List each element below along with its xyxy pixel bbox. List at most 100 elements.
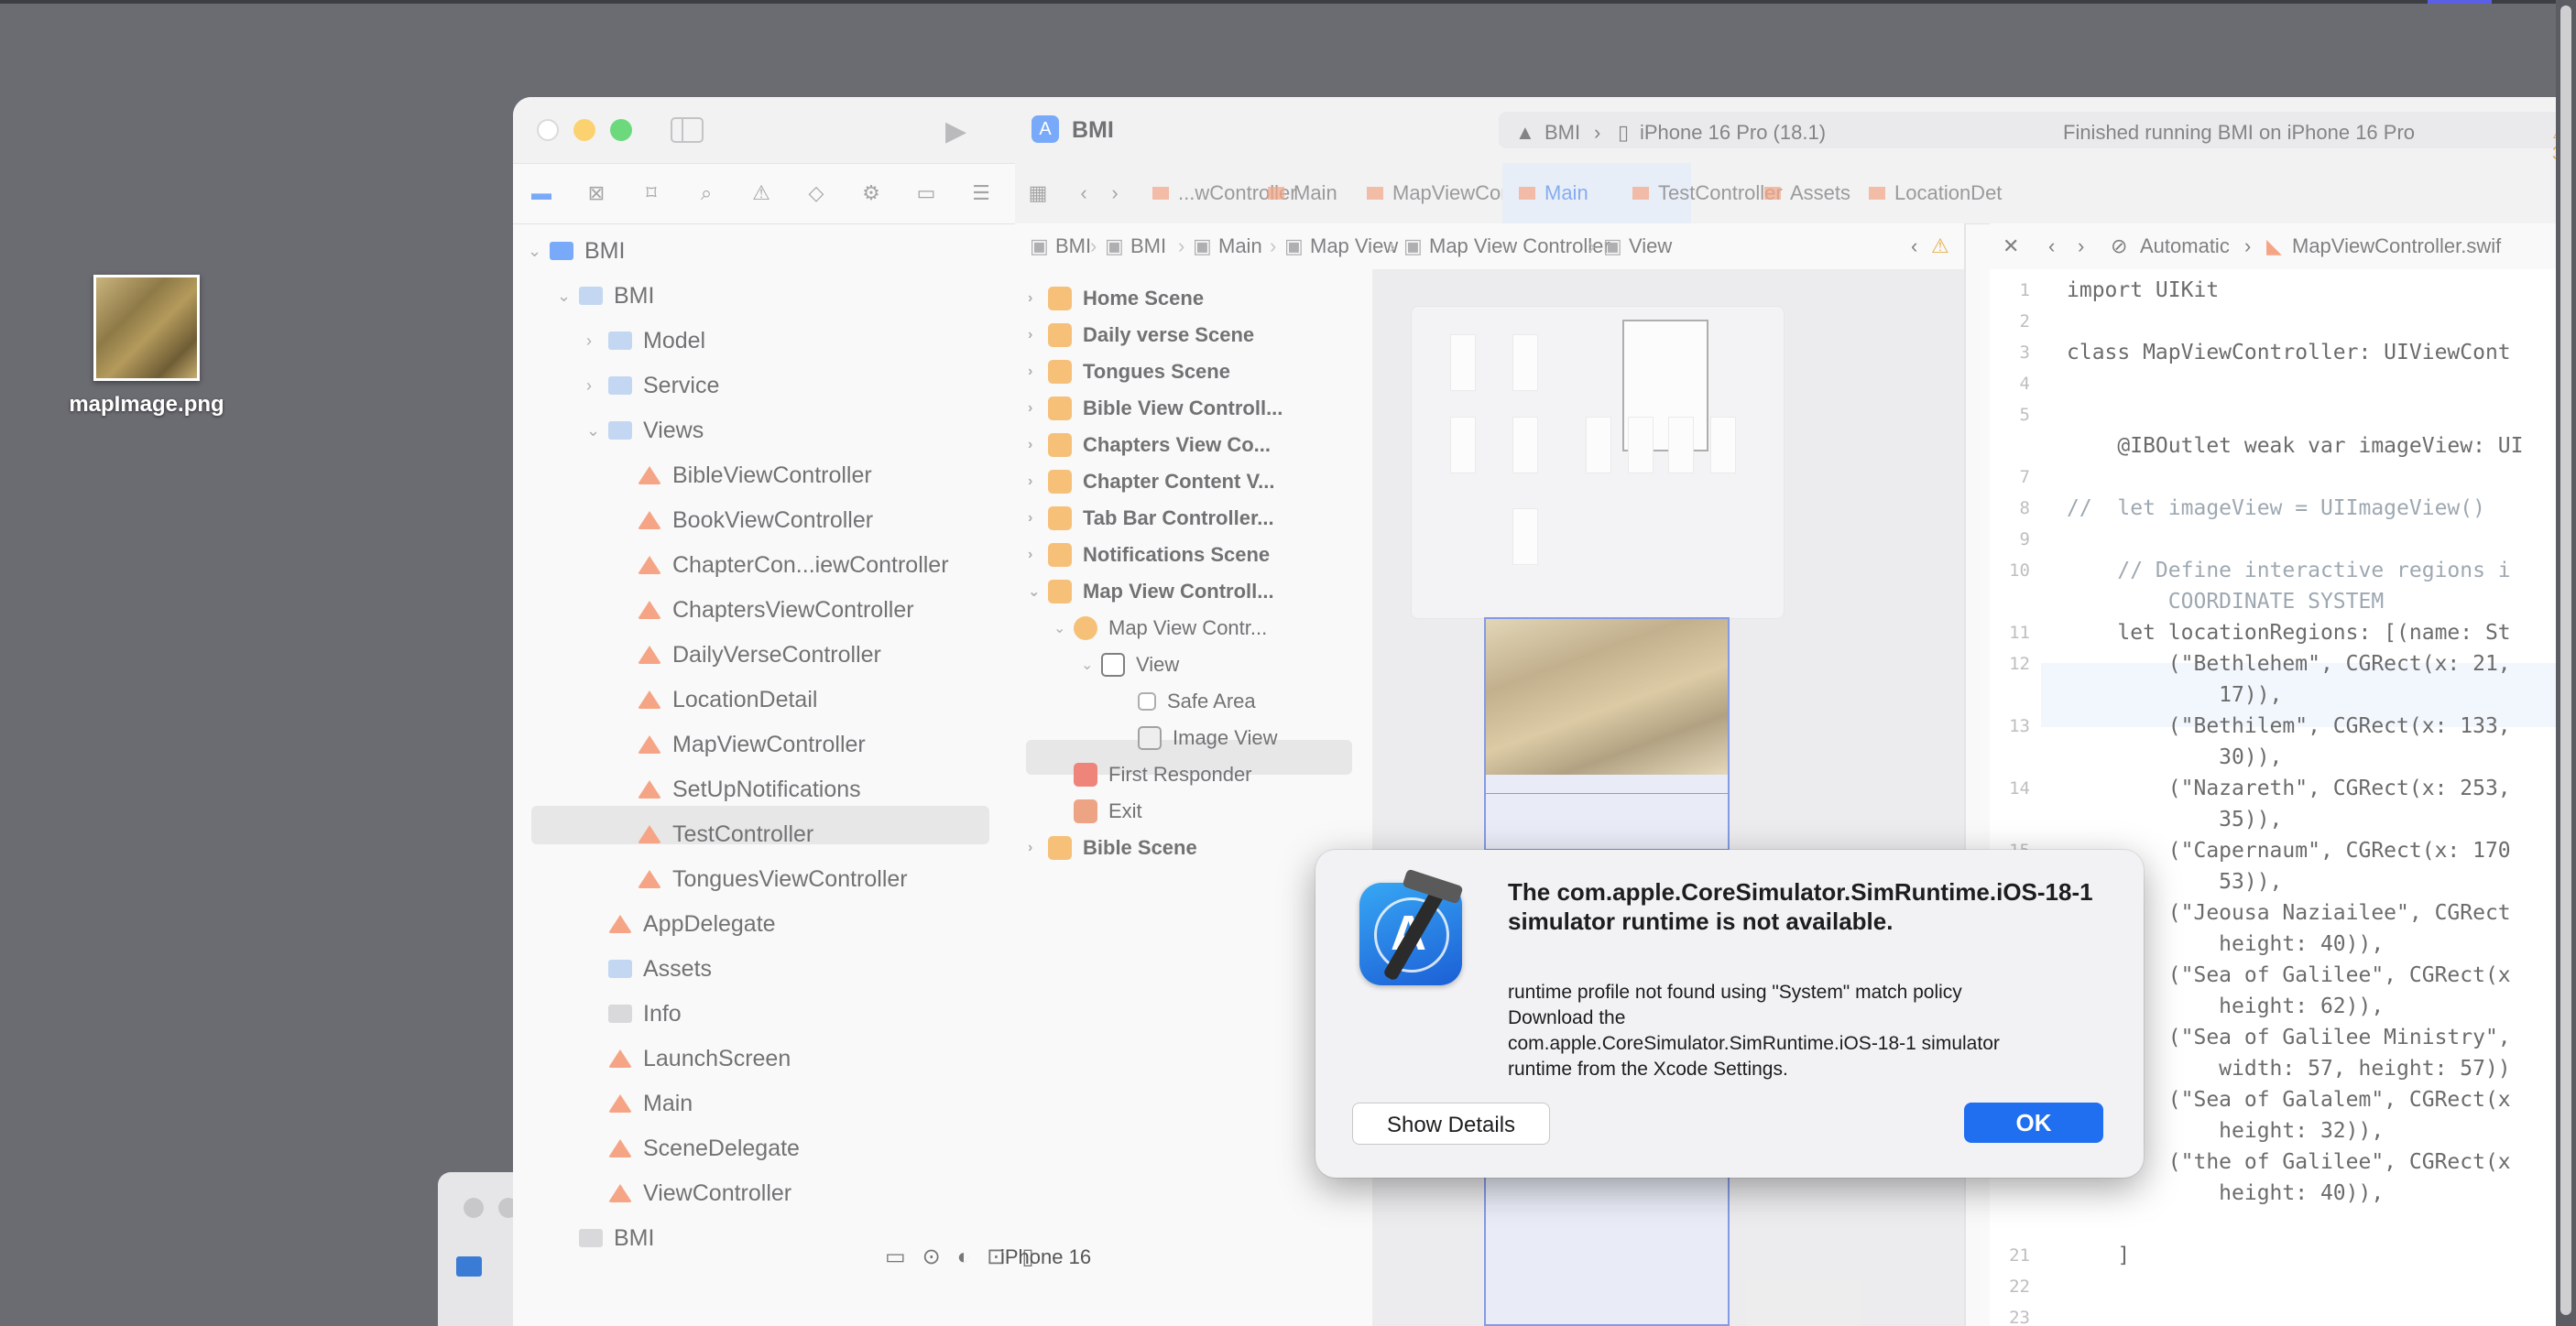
chevron-icon[interactable]: › — [1028, 290, 1048, 307]
grid-icon[interactable]: ▦ — [1026, 181, 1050, 205]
chevron-icon[interactable]: ⌄ — [1028, 582, 1048, 601]
code-line[interactable]: ("Bethlehem", CGRect(x: 21, — [2067, 652, 2511, 676]
chevron-icon[interactable]: ⌄ — [1053, 619, 1074, 637]
outline-row-bible-view-controll[interactable]: › Bible View Controll... — [1028, 390, 1283, 427]
nav-arrows-icon[interactable]: ‹ — [1911, 234, 1917, 258]
navigator-row-bibleviewcontroller[interactable]: BibleViewController — [616, 457, 872, 494]
navigator-row-bmi[interactable]: ⌄ BMI — [557, 277, 654, 314]
run-button[interactable]: ▶ — [945, 115, 966, 147]
assistant-mode[interactable]: Automatic — [2140, 234, 2230, 258]
outline-row-image-view[interactable]: Image View — [1118, 720, 1278, 756]
close-icon[interactable] — [464, 1198, 484, 1218]
chevron-icon[interactable]: › — [1028, 437, 1048, 453]
navigator-row-chaptercon-iewcontroller[interactable]: ChapterCon...iewController — [616, 547, 949, 583]
outline-row-map-view-controll[interactable]: ⌄ Map View Controll... — [1028, 573, 1274, 610]
outline-row-safe-area[interactable]: Safe Area — [1118, 683, 1256, 720]
code-line[interactable]: let locationRegions: [(name: St — [2067, 621, 2510, 645]
warning-badge[interactable]: ⚠ 3 — [2552, 121, 2556, 165]
navigator-row-views[interactable]: ⌄ Views — [586, 412, 704, 449]
navigator-row-locationdetail[interactable]: LocationDetail — [616, 681, 817, 718]
chevron-icon[interactable]: › — [1028, 510, 1048, 527]
editor-tab[interactable]: Assets — [1748, 163, 1867, 223]
debug-navigator-icon[interactable]: ⚙ — [859, 181, 883, 205]
code-line[interactable]: import UIKit — [2067, 278, 2219, 302]
chevron-icon[interactable]: ⌄ — [586, 421, 608, 440]
editor-tab[interactable]: Main — [1251, 163, 1354, 223]
navigator-row-main[interactable]: Main — [586, 1085, 693, 1122]
navigator-row-chaptersviewcontroller[interactable]: ChaptersViewController — [616, 592, 914, 628]
chevron-icon[interactable]: › — [1028, 327, 1048, 343]
navigator-row-service[interactable]: › Service — [586, 367, 719, 404]
chevron-icon[interactable]: ⌄ — [528, 242, 550, 261]
warning-icon[interactable]: ⚠ — [1931, 234, 1949, 258]
breadcrumb-item[interactable]: View — [1629, 234, 1672, 258]
desktop-scrollbar[interactable] — [2556, 0, 2576, 1326]
show-details-button[interactable]: Show Details — [1352, 1103, 1550, 1145]
forward-icon[interactable]: › — [1103, 181, 1127, 205]
code-line[interactable]: class MapViewController: UIViewCont — [2067, 341, 2511, 364]
storyboard-minimap[interactable] — [1411, 306, 1785, 619]
forward-icon[interactable]: › — [2078, 234, 2084, 258]
outline-row-first-responder[interactable]: First Responder — [1053, 756, 1252, 793]
back-icon[interactable]: ‹ — [2048, 234, 2055, 258]
bookmark-icon[interactable]: ⌑ — [639, 181, 663, 205]
navigator-row-bookviewcontroller[interactable]: BookViewController — [616, 502, 873, 538]
code-line[interactable]: COORDINATE SYSTEM — [2067, 590, 2384, 614]
code-line[interactable]: 17)), — [2067, 683, 2282, 707]
code-line[interactable]: ("Bethilem", CGRect(x: 133, — [2067, 714, 2511, 738]
code-line[interactable]: // let imageView = UIImageView() — [2067, 496, 2485, 520]
outline-row-daily-verse-scene[interactable]: › Daily verse Scene — [1028, 317, 1254, 353]
jump-bar[interactable]: ▣ BMI › ▣ BMI › ▣ Main › ▣ Map View › ▣ Map View Cont… — [1015, 223, 1964, 270]
code-line[interactable]: ("Nazareth", CGRect(x: 253, — [2067, 777, 2511, 800]
chevron-icon[interactable]: › — [1028, 840, 1048, 856]
code-line[interactable]: height: 40)), — [2067, 1181, 2384, 1205]
map-image-view[interactable] — [1486, 619, 1728, 775]
project-navigator-icon[interactable]: ▬ — [529, 181, 553, 205]
source-control-icon[interactable]: ⊠ — [584, 181, 608, 205]
breakpoint-navigator-icon[interactable]: ▭ — [914, 181, 938, 205]
run-destination[interactable]: iPhone 16 Pro (18.1) — [1640, 121, 1826, 145]
navigator-row-tonguesviewcontroller[interactable]: TonguesViewController — [616, 861, 908, 897]
ok-button[interactable]: OK — [1964, 1103, 2103, 1143]
navigator-row-setupnotifications[interactable]: SetUpNotifications — [616, 771, 861, 808]
outline-row-home-scene[interactable]: › Home Scene — [1028, 280, 1204, 317]
navigator-row-assets[interactable]: Assets — [586, 951, 712, 987]
code-line[interactable]: ] — [2067, 1244, 2130, 1267]
search-icon[interactable]: ⌕ — [694, 181, 718, 205]
close-window-button[interactable] — [537, 119, 559, 141]
outline-row-chapters-view-co[interactable]: › Chapters View Co... — [1028, 427, 1271, 463]
navigator-row-model[interactable]: › Model — [586, 322, 705, 359]
assistant-jump-bar[interactable]: ✕ ‹ › ⊘ Automatic › ◣ MapViewController.… — [1990, 223, 2556, 270]
report-navigator-icon[interactable]: ☰ — [969, 181, 993, 205]
code-line[interactable]: 35)), — [2067, 808, 2282, 831]
assistant-file[interactable]: MapViewController.swif — [2292, 234, 2501, 258]
navigator-row-scenedelegate[interactable]: SceneDelegate — [586, 1130, 800, 1167]
navigator-row-launchscreen[interactable]: LaunchScreen — [586, 1040, 791, 1077]
code-line[interactable]: // Define interactive regions i — [2067, 559, 2510, 582]
device-config-label[interactable]: iPhone 16 — [1000, 1245, 1091, 1269]
outline-row-exit[interactable]: Exit — [1053, 793, 1142, 830]
chevron-icon[interactable]: › — [1028, 400, 1048, 417]
outline-row-tongues-scene[interactable]: › Tongues Scene — [1028, 353, 1230, 390]
breadcrumb-item[interactable]: Main — [1218, 234, 1262, 258]
chevron-icon[interactable]: › — [1028, 547, 1048, 563]
outline-row-map-view-contr[interactable]: ⌄ Map View Contr... — [1053, 610, 1267, 647]
chevron-icon[interactable]: ⌄ — [557, 287, 579, 306]
navigator-row-viewcontroller[interactable]: ViewController — [586, 1175, 791, 1212]
navigator-row-bmi[interactable]: ⌄ BMI — [528, 233, 625, 269]
scheme-name[interactable]: BMI — [1545, 121, 1580, 145]
chevron-icon[interactable]: ⌄ — [1081, 656, 1101, 674]
navigator-row-dailyversecontroller[interactable]: DailyVerseController — [616, 636, 881, 673]
zoom-window-button[interactable] — [610, 119, 632, 141]
sidebar-toggle-icon[interactable] — [671, 117, 704, 143]
breadcrumb-item[interactable]: Map View — [1310, 234, 1398, 258]
scheme-status-bar[interactable]: ▲ BMI › ▯ iPhone 16 Pro (18.1) Finished … — [1499, 112, 2556, 164]
chevron-icon[interactable]: › — [586, 376, 608, 396]
issue-navigator-icon[interactable]: ⚠ — [749, 181, 773, 205]
chevron-icon[interactable]: › — [1028, 364, 1048, 380]
chevron-icon[interactable]: › — [586, 332, 608, 351]
outline-row-tab-bar-controller[interactable]: › Tab Bar Controller... — [1028, 500, 1274, 537]
back-icon[interactable]: ‹ — [1072, 181, 1096, 205]
breadcrumb-item[interactable]: BMI — [1055, 234, 1091, 258]
navigator-row-bmi[interactable]: BMI — [557, 1220, 654, 1256]
